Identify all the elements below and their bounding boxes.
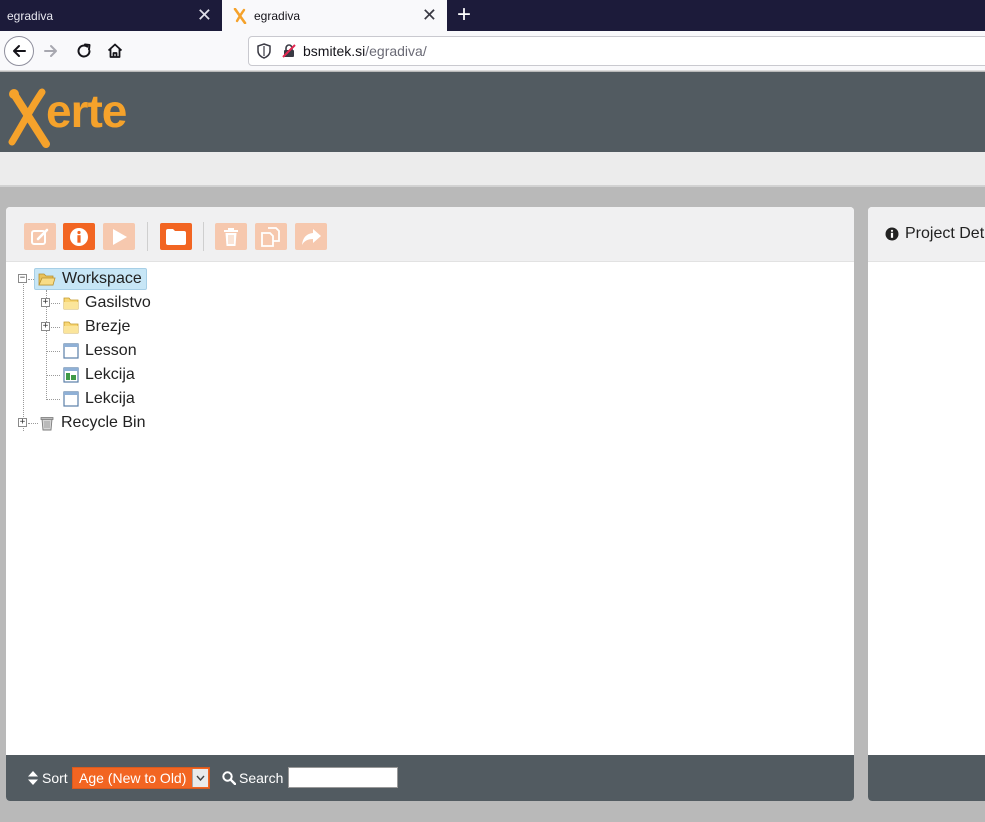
tree-node-label: Lekcija xyxy=(85,366,135,383)
home-icon xyxy=(107,43,123,58)
tree-node-label: Lesson xyxy=(85,342,137,359)
toolbar-divider xyxy=(147,222,148,251)
address-bar[interactable]: bsmitek.si /egradiva/ xyxy=(248,36,985,66)
project-details-footer xyxy=(868,755,985,801)
url-path: /egradiva/ xyxy=(365,43,427,59)
sort-select-value: Age (New to Old) xyxy=(79,770,187,786)
xerte-logo: erte xyxy=(8,85,127,148)
back-button[interactable] xyxy=(4,36,34,66)
tree-node-label: Brezje xyxy=(85,318,131,335)
tree-node-project[interactable]: Lekcija xyxy=(63,364,135,386)
tree-node-project[interactable]: Lekcija xyxy=(63,388,135,410)
expand-toggle[interactable]: + xyxy=(41,298,50,307)
info-icon xyxy=(70,227,88,246)
folder-icon xyxy=(166,228,186,245)
url-host: bsmitek.si xyxy=(303,43,366,59)
play-icon xyxy=(113,228,127,245)
properties-button[interactable] xyxy=(63,223,95,250)
close-tab-icon[interactable]: ✕ xyxy=(197,6,212,24)
tree-node-label: Recycle Bin xyxy=(61,414,146,431)
delete-button[interactable] xyxy=(215,223,247,250)
browser-tab-bar: egradiva ✕ egradiva ✕ + xyxy=(0,0,985,31)
browser-tab-2[interactable]: egradiva ✕ xyxy=(222,0,447,31)
shield-icon xyxy=(257,43,271,59)
recycle-bin-icon xyxy=(40,417,54,431)
search-icon xyxy=(222,771,236,785)
insecure-lock-icon xyxy=(282,44,296,58)
open-folder-icon xyxy=(38,273,56,285)
folder-icon xyxy=(63,297,79,309)
search-label-text: Search xyxy=(239,770,284,786)
tree-node-project[interactable]: Lesson xyxy=(63,340,137,362)
tree-line xyxy=(46,399,60,400)
workspace-selection: Workspace xyxy=(34,268,147,290)
folder-icon xyxy=(63,321,79,333)
tab-title: egradiva xyxy=(7,8,54,23)
expand-toggle[interactable]: + xyxy=(41,322,50,331)
search-input[interactable] xyxy=(288,767,398,788)
tree-node-label: Workspace xyxy=(62,270,142,287)
tree-node-recycle-bin[interactable]: Recycle Bin xyxy=(39,412,145,434)
tree-line xyxy=(46,375,60,376)
tab-title: egradiva xyxy=(254,8,301,23)
tree-node-label: Lekcija xyxy=(85,390,135,407)
app-header xyxy=(0,72,985,152)
home-button[interactable] xyxy=(100,36,130,66)
tree-line xyxy=(51,327,60,328)
search-label: Search xyxy=(222,770,283,786)
logo-text: erte xyxy=(46,85,127,137)
project-file-icon xyxy=(63,367,79,383)
share-icon xyxy=(302,228,321,245)
collapse-toggle[interactable]: − xyxy=(18,274,27,283)
reload-button[interactable] xyxy=(69,36,99,66)
workspace-panel: − Workspace + Gasilstvo + Brezje Lesson … xyxy=(6,207,854,801)
new-tab-button[interactable]: + xyxy=(452,2,476,28)
duplicate-button[interactable] xyxy=(255,223,287,250)
chevron-down-icon xyxy=(192,769,208,787)
xerte-x-logo-icon xyxy=(8,88,50,148)
project-details-title: Project Det xyxy=(905,225,985,242)
edit-button[interactable] xyxy=(24,223,56,250)
close-tab-icon[interactable]: ✕ xyxy=(422,6,437,24)
workspace-footer: Sort Age (New to Old) Search xyxy=(6,755,854,801)
sort-label: Sort xyxy=(28,770,68,786)
project-details-header: Project Det xyxy=(868,207,985,262)
project-tree: − Workspace + Gasilstvo + Brezje Lesson … xyxy=(6,263,854,753)
publish-button[interactable] xyxy=(295,223,327,250)
trash-icon xyxy=(224,227,238,246)
project-file-icon xyxy=(63,343,79,359)
reload-icon xyxy=(77,43,91,58)
sub-header-bar xyxy=(0,152,985,187)
tree-node-folder[interactable]: Gasilstvo xyxy=(63,292,151,314)
tree-line xyxy=(28,423,38,424)
new-folder-button[interactable] xyxy=(160,223,192,250)
tree-node-workspace[interactable]: Workspace xyxy=(34,268,147,290)
copy-icon xyxy=(261,226,280,247)
project-file-icon xyxy=(63,391,79,407)
project-toolbar xyxy=(6,207,854,262)
tree-line xyxy=(51,303,60,304)
arrow-left-icon xyxy=(13,45,26,57)
tree-line xyxy=(23,279,24,431)
tree-node-folder[interactable]: Brezje xyxy=(63,316,130,338)
browser-tab-1[interactable]: egradiva ✕ xyxy=(0,0,222,31)
forward-button[interactable] xyxy=(36,36,66,66)
sort-icon xyxy=(28,771,38,785)
tree-node-label: Gasilstvo xyxy=(85,294,151,311)
project-details-panel: Project Det xyxy=(868,207,985,801)
tree-line xyxy=(46,351,60,352)
arrow-right-icon xyxy=(44,45,57,57)
sort-label-text: Sort xyxy=(42,770,68,786)
toolbar-divider xyxy=(203,222,204,251)
expand-toggle[interactable]: + xyxy=(18,418,27,427)
preview-button[interactable] xyxy=(103,223,135,250)
info-icon xyxy=(885,227,899,241)
sort-select[interactable]: Age (New to Old) xyxy=(72,767,210,789)
pencil-icon xyxy=(31,228,49,245)
browser-nav-bar: bsmitek.si /egradiva/ xyxy=(0,31,985,71)
xerte-favicon-icon xyxy=(233,7,247,24)
